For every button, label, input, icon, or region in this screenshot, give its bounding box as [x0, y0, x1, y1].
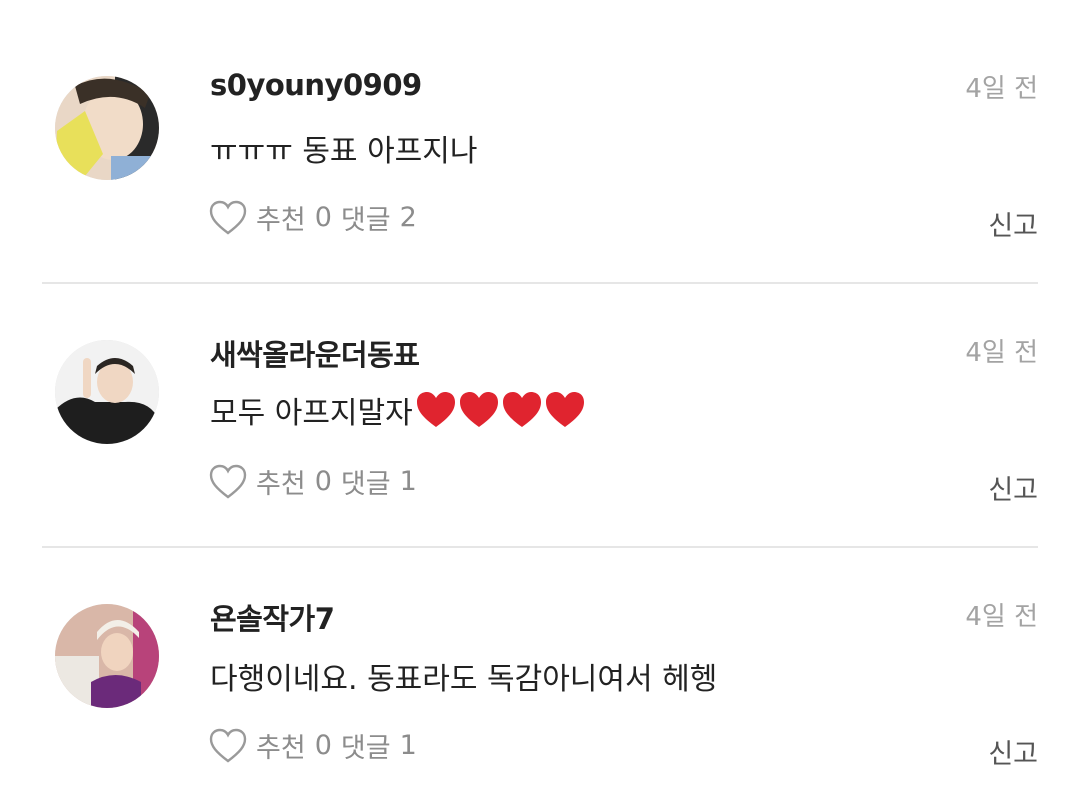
report-button[interactable]: 신고: [988, 468, 1038, 507]
heart-emoji-icon: [502, 392, 541, 427]
comment-text: ㅠㅠㅠ 동표 아프지나: [210, 134, 478, 169]
like-label[interactable]: 추천: [256, 198, 306, 237]
reply-label[interactable]: 댓글: [341, 462, 391, 501]
username[interactable]: s0youny0909: [210, 68, 422, 102]
avatar[interactable]: [55, 604, 159, 708]
avatar[interactable]: [55, 76, 159, 180]
comment-item: s0youny0909 4일 전 ㅠㅠㅠ 동표 아프지나 추천 0 댓글 2 신…: [0, 0, 1080, 284]
like-count: 0: [314, 202, 332, 233]
avatar[interactable]: [55, 340, 159, 444]
comment-item: 새싹올라운더동표 4일 전 모두 아프지말자 추천 0 댓글 1 신고: [0, 264, 1080, 548]
like-count: 0: [314, 466, 332, 497]
heart-outline-icon[interactable]: [208, 463, 248, 501]
username[interactable]: 새싹올라운더동표: [210, 332, 420, 374]
reply-count: 2: [399, 202, 417, 233]
reply-count: 1: [399, 730, 417, 761]
avatar-image: [55, 76, 159, 180]
heart-emoji-icon: [459, 392, 498, 427]
timestamp: 4일 전: [965, 602, 1038, 632]
like-count: 0: [314, 730, 332, 761]
heart-emoji-group: [415, 390, 587, 430]
report-button[interactable]: 신고: [988, 732, 1038, 771]
comment-actions: 추천 0 댓글 2: [208, 198, 426, 237]
reply-label[interactable]: 댓글: [341, 726, 391, 765]
like-label[interactable]: 추천: [256, 726, 306, 765]
reply-label[interactable]: 댓글: [341, 198, 391, 237]
timestamp: 4일 전: [965, 74, 1038, 104]
avatar-image: [55, 604, 159, 708]
avatar-image: [55, 340, 159, 444]
comment-item: 욘솔작가7 4일 전 다행이네요. 동표라도 독감아니여서 헤헹 추천 0 댓글…: [0, 528, 1080, 792]
timestamp: 4일 전: [965, 338, 1038, 368]
comment-text: 모두 아프지말자: [210, 396, 413, 431]
report-button[interactable]: 신고: [988, 204, 1038, 243]
like-label[interactable]: 추천: [256, 462, 306, 501]
comment-actions: 추천 0 댓글 1: [208, 726, 426, 765]
heart-outline-icon[interactable]: [208, 199, 248, 237]
heart-emoji-icon: [545, 392, 584, 427]
comment-text: 다행이네요. 동표라도 독감아니여서 헤헹: [210, 662, 718, 697]
reply-count: 1: [399, 466, 417, 497]
comment-text-row: 모두 아프지말자: [210, 388, 587, 432]
comment-actions: 추천 0 댓글 1: [208, 462, 426, 501]
heart-outline-icon[interactable]: [208, 727, 248, 765]
heart-emoji-icon: [416, 392, 455, 427]
username[interactable]: 욘솔작가7: [210, 596, 335, 638]
